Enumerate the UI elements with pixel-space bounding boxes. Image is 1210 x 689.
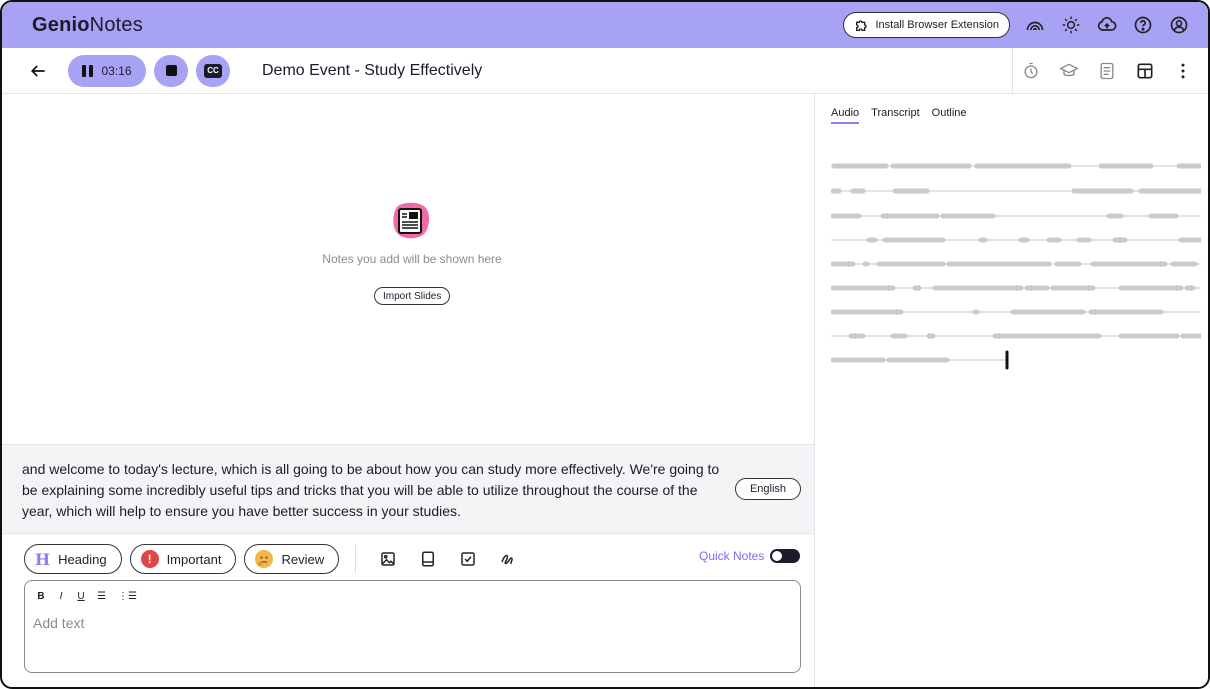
toggle-switch[interactable] [770, 549, 801, 563]
tab-outline[interactable]: Outline [932, 107, 967, 124]
review-label: Review [281, 551, 325, 567]
page-title: Demo Event - Study Effectively [262, 61, 483, 79]
image-icon[interactable] [377, 548, 399, 570]
editor-placeholder: Add text [33, 615, 85, 631]
important-label: Important [166, 551, 222, 567]
live-transcript: and welcome to today's lecture, which is… [2, 444, 814, 534]
install-extension-label: Install Browser Extension [875, 19, 1000, 31]
divider [1012, 48, 1013, 94]
notes-empty-icon [390, 200, 432, 242]
format-toolbar: B I U ☰ ⋮☰ [37, 591, 137, 602]
quick-notes-toggle[interactable]: Quick Notes [699, 549, 801, 563]
import-slides-button[interactable]: Import Slides [374, 287, 451, 305]
session-toolbar: 03:16 CC Demo Event - Study Effectively [2, 48, 1208, 94]
layout-icon[interactable] [1134, 60, 1156, 82]
pause-timer-button[interactable]: 03:16 [68, 54, 146, 87]
document-icon[interactable] [1096, 60, 1118, 82]
cloud-upload-icon[interactable] [1096, 14, 1118, 36]
puzzle-icon [854, 17, 870, 33]
heading-label: Heading [58, 551, 107, 567]
bold-button[interactable]: B [37, 591, 45, 602]
brand-logo[interactable]: GenioNotes [32, 14, 143, 37]
review-button[interactable]: Review [244, 544, 340, 574]
panel-tabs: Audio Transcript Outline [831, 107, 967, 124]
underline-button[interactable]: U [77, 591, 85, 602]
checkbox-icon[interactable] [457, 548, 479, 570]
heading-button[interactable]: H Heading [24, 544, 122, 574]
help-icon[interactable] [1132, 14, 1154, 36]
right-panel: Audio Transcript Outline [814, 94, 1208, 687]
install-extension-button[interactable]: Install Browser Extension [842, 12, 1010, 38]
language-button[interactable]: English [735, 478, 801, 500]
graduation-cap-icon[interactable] [1058, 60, 1080, 82]
captions-button[interactable]: CC [196, 54, 230, 87]
timer-icon[interactable] [1020, 60, 1042, 82]
notes-empty-text: Notes you add will be shown here [322, 252, 502, 266]
bullet-list-button[interactable]: ☰ [97, 591, 106, 602]
more-vertical-icon[interactable] [1172, 60, 1194, 82]
cc-icon: CC [204, 63, 222, 78]
pause-icon [82, 64, 94, 77]
note-type-toolbar: H Heading ! Important Review [24, 543, 524, 575]
heading-icon: H [35, 549, 51, 569]
stop-button[interactable] [154, 54, 188, 87]
tab-transcript[interactable]: Transcript [871, 107, 920, 124]
transcript-text: and welcome to today's lecture, which is… [22, 461, 720, 519]
audio-waveform[interactable] [831, 156, 1201, 376]
account-icon[interactable] [1168, 14, 1190, 36]
quick-notes-label: Quick Notes [699, 549, 765, 563]
italic-button[interactable]: I [57, 591, 65, 602]
stop-icon [165, 65, 177, 76]
app-window: GenioNotes Install Browser Extension 03:… [0, 0, 1210, 689]
back-arrow-icon[interactable] [26, 59, 50, 83]
draw-icon[interactable] [497, 548, 519, 570]
divider [355, 545, 357, 573]
sun-icon[interactable] [1060, 14, 1082, 36]
important-icon: ! [140, 550, 159, 568]
book-icon[interactable] [417, 548, 439, 570]
important-button[interactable]: ! Important [129, 544, 237, 574]
app-header: GenioNotes Install Browser Extension [2, 2, 1208, 48]
tab-audio[interactable]: Audio [831, 107, 860, 124]
rainbow-icon[interactable] [1024, 14, 1046, 36]
thinking-face-icon [255, 550, 274, 568]
note-editor[interactable]: B I U ☰ ⋮☰ Add text [24, 580, 801, 673]
timer-readout: 03:16 [101, 63, 132, 78]
notes-area [2, 94, 814, 444]
numbered-list-button[interactable]: ⋮☰ [118, 591, 137, 602]
